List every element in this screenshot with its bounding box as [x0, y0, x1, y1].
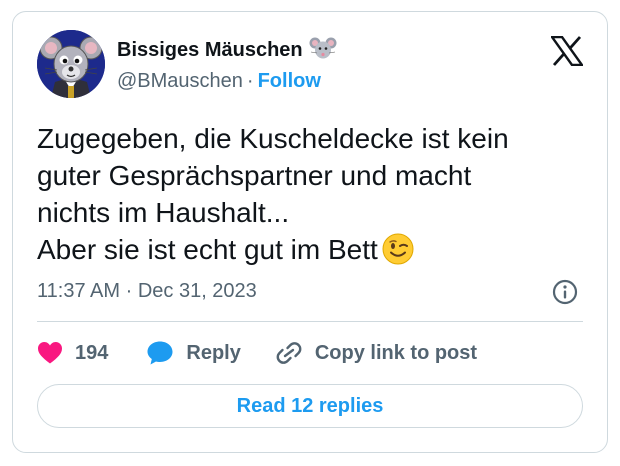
- handle-row: @BMauschen · Follow: [117, 70, 321, 93]
- winking-face-icon: [382, 233, 414, 274]
- read-replies-label: Read 12 replies: [236, 394, 384, 417]
- handle-separator: ·: [246, 70, 254, 92]
- author-name-text: Bissiges Mäuschen: [117, 39, 303, 61]
- reply-button[interactable]: Reply: [146, 340, 241, 366]
- x-logo-icon[interactable]: [549, 35, 585, 67]
- divider: [37, 321, 583, 322]
- tweet-timestamp[interactable]: 11:37 AM · Dec 31, 2023: [37, 280, 257, 303]
- tweet-line: nichts im Haushalt...: [37, 197, 290, 228]
- heart-icon: [37, 341, 63, 365]
- read-replies-button[interactable]: Read 12 replies: [37, 384, 583, 428]
- speech-bubble-icon: [146, 340, 174, 366]
- link-icon: [275, 340, 303, 366]
- mouse-face-icon: [309, 36, 337, 66]
- meta-separator: ·: [125, 280, 133, 302]
- tweet-card: Bissiges Mäuschen @BMauschen · Follow Zu…: [12, 11, 608, 453]
- author-handle[interactable]: @BMauschen: [117, 70, 243, 92]
- copy-link-label: Copy link to post: [314, 341, 478, 364]
- author-name[interactable]: Bissiges Mäuschen: [117, 36, 337, 66]
- tweet-text: Zugegeben, die Kuscheldecke ist kein gut…: [37, 120, 577, 274]
- tweet-line: Zugegeben, die Kuscheldecke ist kein: [37, 123, 509, 154]
- like-button[interactable]: 194: [37, 341, 108, 365]
- action-bar: 194 Reply Copy link to post: [37, 338, 477, 368]
- info-icon[interactable]: [551, 278, 579, 306]
- tweet-line-last: Aber sie ist echt gut im Bett: [37, 231, 577, 274]
- tweet-date: Dec 31, 2023: [137, 280, 257, 302]
- tweet-line: guter Gesprächspartner und macht: [37, 160, 472, 191]
- follow-link[interactable]: Follow: [258, 70, 321, 92]
- like-count: 194: [75, 341, 109, 364]
- copy-link-button[interactable]: Copy link to post: [275, 340, 477, 366]
- tweet-time: 11:37 AM: [37, 280, 121, 302]
- mouse-avatar-icon: [37, 30, 105, 98]
- avatar[interactable]: [37, 30, 105, 98]
- reply-label: Reply: [186, 341, 241, 364]
- tweet-line: Aber sie ist echt gut im Bett: [37, 234, 378, 265]
